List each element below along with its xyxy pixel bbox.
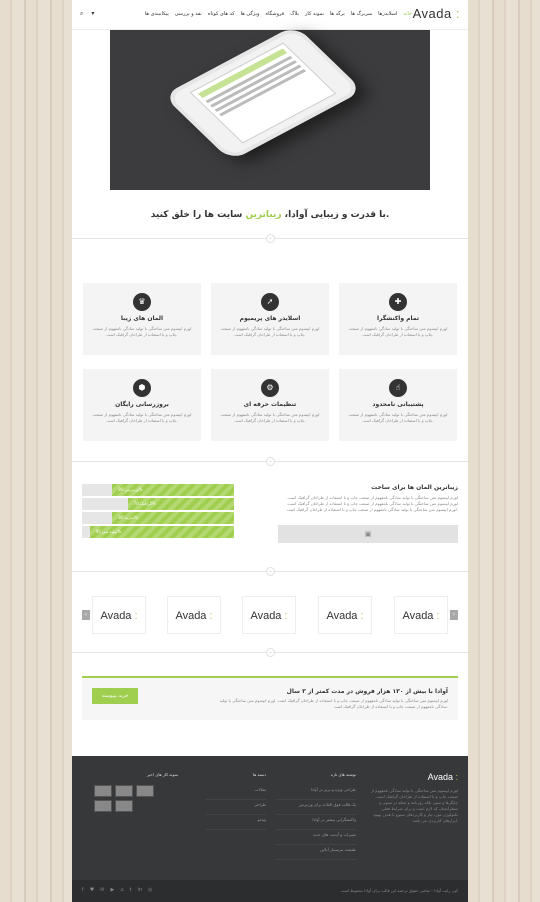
search-icon[interactable]: ⌕ — [80, 10, 83, 18]
cart-icon[interactable]: ▾ — [91, 10, 94, 18]
linkedin-icon[interactable]: in — [137, 887, 142, 893]
portfolio-thumbs — [94, 785, 178, 812]
gift-icon: ⬢ — [133, 379, 151, 397]
promo-heading: آوادا با بیش از ۱۳۰ هزار فروش در مدت کمت… — [286, 688, 448, 695]
thumb[interactable] — [115, 800, 133, 812]
footer-link[interactable]: طراحی — [206, 800, 266, 815]
sub-footer: کپی رایت آوادا - تمامی حقوق ترجمه این قا… — [72, 880, 468, 902]
social-icons: f ♥ ✉ ▶ ⌂ t in ◎ — [82, 887, 152, 893]
hero-slider[interactable] — [110, 24, 430, 190]
heart-icon[interactable]: ♥ — [90, 887, 94, 893]
facebook-icon[interactable]: f — [82, 887, 84, 893]
footer-heading: نوشته های تازه — [330, 772, 356, 777]
footer-recent-posts: نوشته های تازه طراحی ویژه و برتر در آواد… — [276, 772, 356, 860]
logo-text: Avada — [412, 6, 452, 21]
about-section: زیباترین المان ها برای ساخت لورم ایپسوم … — [278, 484, 458, 543]
header-icons: ⌕ ▾ — [80, 10, 94, 18]
expand-icon: ✚ — [389, 293, 407, 311]
buy-button[interactable]: خرید بپیوسته — [92, 688, 138, 704]
footer: Avada : لورم ایپسوم متن ساختگی با تولید … — [72, 756, 468, 880]
footer-link[interactable]: مقالات — [206, 785, 266, 800]
separator: ⌄ — [72, 234, 468, 243]
footer-about-text: لورم ایپسوم متن ساختگی با تولید سادگی نا… — [370, 788, 458, 823]
gear-icon: ⚙ — [261, 379, 279, 397]
client-logo[interactable]: Avada : — [394, 596, 448, 634]
footer-portfolio: نمونه کار های اخیر — [94, 772, 178, 812]
carousel-next-button[interactable]: › — [450, 610, 458, 620]
nav-item[interactable]: نقد و بررسی — [175, 11, 202, 17]
separator: ⌄ — [72, 457, 468, 466]
main-nav: خانه اسلایدرها سربرگ ها برگه ها نمونه کا… — [145, 11, 412, 17]
footer-link[interactable]: طبیعت مرسینار آنلاین — [276, 845, 356, 860]
mail-icon[interactable]: ✉ — [100, 887, 104, 893]
footer-link[interactable]: واکنشگرایی بیشتر در آوادا — [276, 815, 356, 830]
instagram-icon[interactable]: ◎ — [148, 887, 152, 893]
home-icon[interactable]: ⌂ — [120, 887, 123, 893]
nav-item[interactable]: بلاگ — [290, 11, 299, 17]
thumb[interactable] — [94, 785, 112, 797]
tagline: با قدرت و زیبایی آوادا، زیباترین سایت ها… — [150, 210, 390, 220]
nav-item[interactable]: فروشگاه — [265, 11, 284, 17]
nav-item[interactable]: اسلایدرها — [378, 11, 397, 17]
footer-link[interactable]: ویدئو — [206, 815, 266, 830]
client-logo[interactable]: Avada : — [242, 596, 296, 634]
carousel-prev-button[interactable]: ‹ — [82, 610, 90, 620]
logo[interactable]: Avada : — [413, 6, 460, 21]
nav-item[interactable]: برگه ها — [330, 11, 345, 17]
document-icon: ▣ — [364, 530, 372, 538]
progress-bar: وردپرس 80% — [82, 484, 234, 496]
feature-box: ⚙ تنظیمات حرفه ای لورم ایپسوم متن ساختگی ب… — [211, 369, 329, 441]
thumb[interactable] — [115, 785, 133, 797]
copyright: کپی رایت آوادا - تمامی حقوق ترجمه این قا… — [340, 888, 458, 893]
header: Avada : خانه اسلایدرها سربرگ ها برگه ها … — [72, 0, 468, 30]
footer-link[interactable]: یک قالب فوق العاده برای وردپرس — [276, 800, 356, 815]
page: Avada : خانه اسلایدرها سربرگ ها برگه ها … — [72, 0, 468, 902]
footer-categories: دسته ها مقالات طراحی ویدئو — [206, 772, 266, 830]
footer-heading: نمونه کار های اخیر — [146, 772, 178, 777]
client-logo[interactable]: Avada : — [318, 596, 372, 634]
promo-box: آوادا با بیش از ۱۳۰ هزار فروش در مدت کمت… — [82, 676, 458, 720]
youtube-icon[interactable]: ▶ — [110, 887, 114, 893]
progress-bar: تولید متن 95% — [82, 526, 234, 538]
nav-item[interactable]: سربرگ ها — [351, 11, 372, 17]
footer-logo: Avada : — [427, 772, 458, 782]
separator: ⌄ — [72, 648, 468, 657]
feature-box: ☝ پشتیبانی نامحدود لورم ایپسوم متن ساختگی … — [339, 369, 457, 441]
feature-box: ♛ المان های زیبا لورم ایپسوم متن ساختگی با… — [83, 283, 201, 355]
about-heading: زیباترین المان ها برای ساخت — [371, 484, 458, 491]
nav-item[interactable]: خانه — [403, 11, 412, 17]
phone-screen — [189, 42, 337, 144]
client-logo[interactable]: Avada : — [167, 596, 221, 634]
clients-carousel: ‹ Avada : Avada : Avada : Avada : Avada … — [82, 594, 458, 638]
separator: ⌄ — [72, 567, 468, 576]
feature-box: ⬢ بروزرسانی رایگان لورم ایپسوم متن ساختگی … — [83, 369, 201, 441]
thumb[interactable] — [136, 785, 154, 797]
skill-bars: وردپرس 80% گرافیک 70% تجربه 80% تولید مت… — [82, 484, 234, 540]
progress-bar: گرافیک 70% — [82, 498, 234, 510]
footer-about: Avada : لورم ایپسوم متن ساختگی با تولید … — [366, 772, 458, 824]
about-button[interactable]: ▣ — [278, 525, 458, 543]
about-text: لورم ایپسوم متن ساختگی با تولید سادگی نا… — [286, 495, 458, 512]
rocket-icon: ➚ — [261, 293, 279, 311]
thumbs-up-icon: ☝ — [389, 379, 407, 397]
progress-bar: تجربه 80% — [82, 512, 234, 524]
nav-item[interactable]: نمونه کار — [305, 11, 324, 17]
trophy-icon: ♛ — [133, 293, 151, 311]
footer-link[interactable]: تغییرات و آپدیت های جدید — [276, 830, 356, 845]
feature-box: ➚ اسلایدر های پریمیوم لورم ایپسوم متن ساخت… — [211, 283, 329, 355]
promo-text: لورم ایپسوم متن ساختگی با تولید سادگی نا… — [219, 698, 448, 709]
client-logo[interactable]: Avada : — [92, 596, 146, 634]
nav-item[interactable]: کد های کوتاه — [208, 11, 235, 17]
footer-link[interactable]: طراحی ویژه و برتر در آوادا — [276, 785, 356, 800]
nav-item[interactable]: ویژگی ها — [241, 11, 260, 17]
feature-box: ✚ تمام واکنشگرا لورم ایپسوم متن ساختگی با … — [339, 283, 457, 355]
nav-item[interactable]: پیکانبندی ها — [145, 11, 169, 17]
footer-heading: دسته ها — [252, 772, 266, 777]
background-right — [468, 0, 540, 902]
logo-accent: : — [455, 6, 460, 21]
thumb[interactable] — [94, 800, 112, 812]
twitter-icon[interactable]: t — [130, 887, 132, 893]
phone-image — [162, 24, 364, 162]
background-left — [0, 0, 72, 902]
